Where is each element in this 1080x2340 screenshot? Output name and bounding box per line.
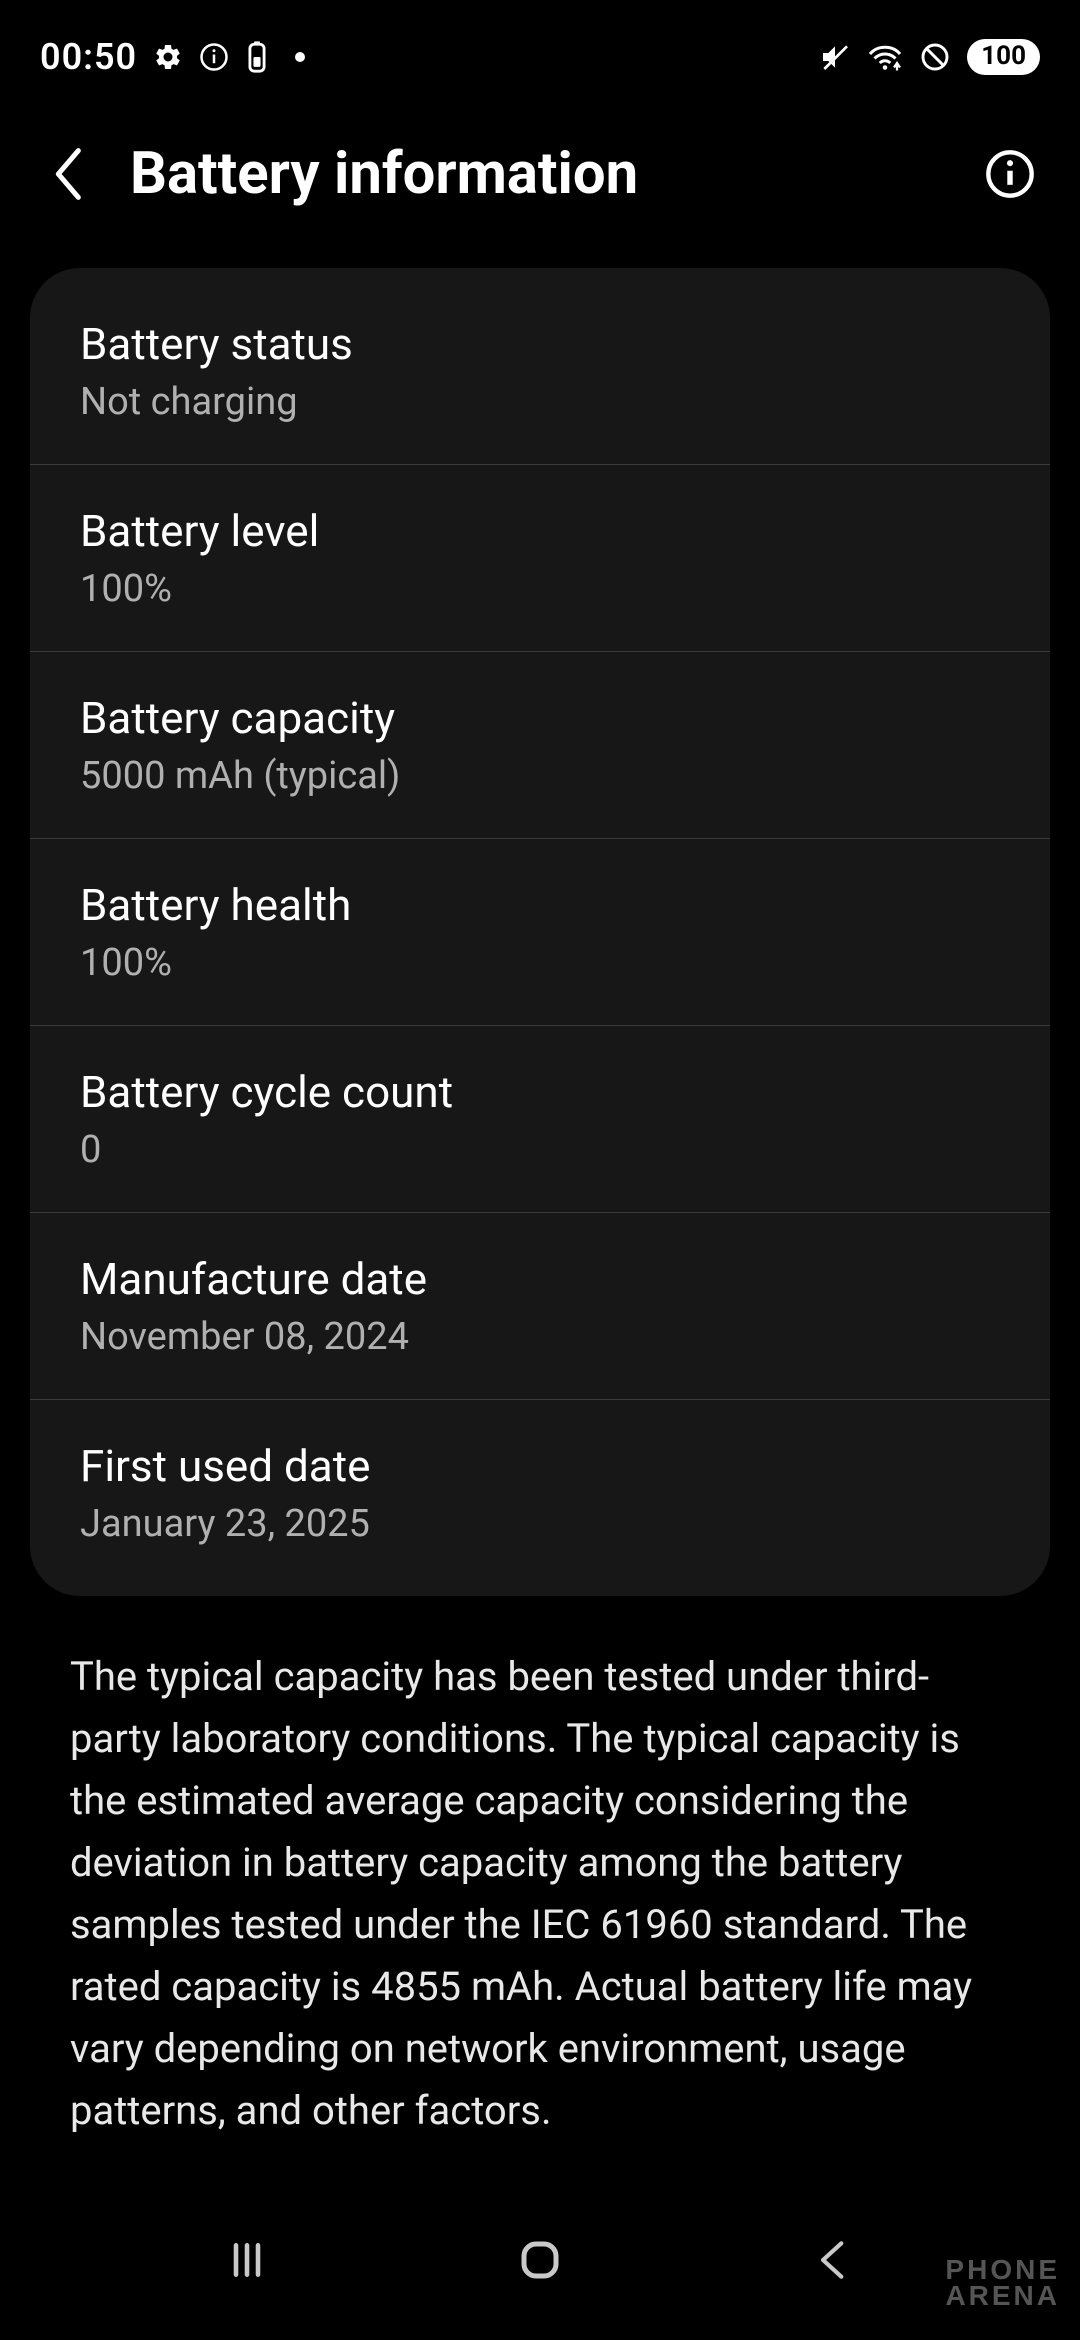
row-label: Battery cycle count bbox=[80, 1066, 1000, 1118]
battery-info-card: Battery status Not charging Battery leve… bbox=[30, 268, 1050, 1596]
battery-outline-icon bbox=[245, 40, 269, 74]
row-value: 100% bbox=[80, 941, 1000, 985]
home-button[interactable] bbox=[490, 2210, 590, 2310]
row-label: Battery level bbox=[80, 505, 1000, 557]
row-label: Battery health bbox=[80, 879, 1000, 931]
row-label: Battery capacity bbox=[80, 692, 1000, 744]
row-label: Battery status bbox=[80, 318, 1000, 370]
info-circle-icon bbox=[199, 42, 229, 72]
navigation-bar bbox=[0, 2190, 1080, 2340]
disclaimer-text: The typical capacity has been tested und… bbox=[0, 1596, 1080, 2142]
status-right: 100 bbox=[819, 39, 1040, 74]
row-battery-health[interactable]: Battery health 100% bbox=[30, 838, 1050, 1025]
row-battery-cycle-count[interactable]: Battery cycle count 0 bbox=[30, 1025, 1050, 1212]
page-header: Battery information bbox=[0, 100, 1080, 238]
gear-icon bbox=[153, 42, 183, 72]
nav-back-button[interactable] bbox=[783, 2210, 883, 2310]
row-value: 5000 mAh (typical) bbox=[80, 754, 1000, 798]
row-value: Not charging bbox=[80, 380, 1000, 424]
row-value: 0 bbox=[80, 1128, 1000, 1172]
mute-icon bbox=[819, 41, 851, 73]
row-battery-status[interactable]: Battery status Not charging bbox=[30, 278, 1050, 464]
info-button[interactable] bbox=[980, 148, 1040, 200]
row-battery-level[interactable]: Battery level 100% bbox=[30, 464, 1050, 651]
status-time: 00:50 bbox=[40, 36, 137, 78]
back-button[interactable] bbox=[40, 144, 100, 204]
row-value: 100% bbox=[80, 567, 1000, 611]
row-value: November 08, 2024 bbox=[80, 1315, 1000, 1359]
wifi-icon bbox=[867, 42, 903, 72]
row-label: First used date bbox=[80, 1440, 1000, 1492]
no-sign-icon bbox=[919, 41, 951, 73]
row-label: Manufacture date bbox=[80, 1253, 1000, 1305]
page-title: Battery information bbox=[130, 140, 950, 208]
status-left: 00:50 bbox=[40, 36, 305, 78]
row-value: January 23, 2025 bbox=[80, 1502, 1000, 1546]
row-first-used-date[interactable]: First used date January 23, 2025 bbox=[30, 1399, 1050, 1586]
status-bar: 00:50 100 bbox=[0, 0, 1080, 100]
row-manufacture-date[interactable]: Manufacture date November 08, 2024 bbox=[30, 1212, 1050, 1399]
battery-pill: 100 bbox=[967, 39, 1040, 74]
recents-button[interactable] bbox=[197, 2210, 297, 2310]
watermark: PHONEARENA bbox=[945, 2257, 1060, 2310]
status-dot bbox=[295, 52, 305, 62]
row-battery-capacity[interactable]: Battery capacity 5000 mAh (typical) bbox=[30, 651, 1050, 838]
